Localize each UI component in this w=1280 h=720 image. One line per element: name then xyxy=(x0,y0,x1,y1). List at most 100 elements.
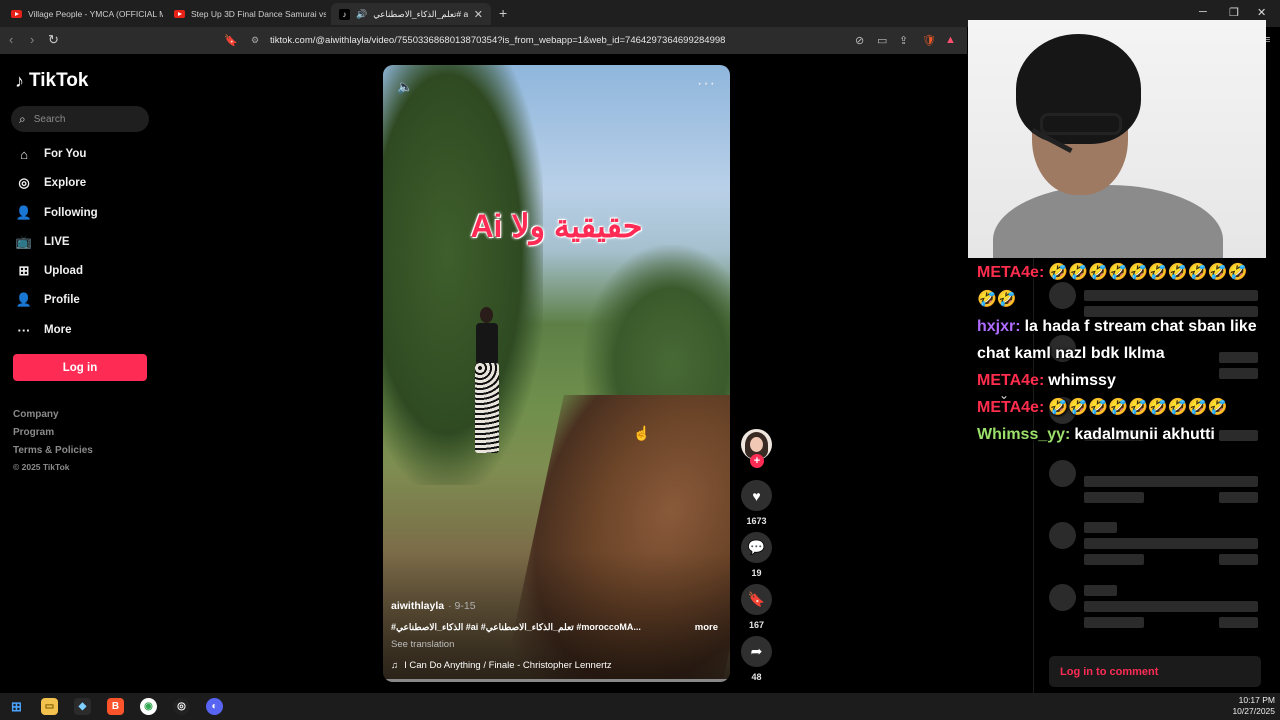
browser-tab[interactable]: Village People - YMCA (OFFICIAL Mu xyxy=(3,3,163,25)
music-info[interactable]: ♫ I Can Do Anything / Finale - Christoph… xyxy=(391,660,612,671)
more-icon: ··· xyxy=(17,322,31,338)
new-tab-icon[interactable]: + xyxy=(499,5,507,21)
video-caption: #الذكاء_الاصطناعي #ai #تعلم_الذكاء_الاصط… xyxy=(391,622,641,632)
music-title: I Can Do Anything / Finale - Christopher… xyxy=(404,660,612,671)
nav-label: Following xyxy=(44,207,98,219)
follow-plus-icon[interactable]: + xyxy=(750,454,764,468)
youtube-icon xyxy=(11,10,22,18)
tiktok-note-icon: ♪ xyxy=(15,70,24,91)
nav-more[interactable]: ··· More xyxy=(16,322,72,338)
comment-login-button[interactable]: Log in to comment xyxy=(1049,656,1261,687)
footer-link-terms[interactable]: Terms & Policies xyxy=(13,445,93,456)
nav-label: Profile xyxy=(44,294,80,306)
nav-for-you[interactable]: ⌂ For You xyxy=(16,146,86,162)
youtube-icon xyxy=(174,10,185,18)
cast-icon[interactable]: ▭ xyxy=(877,34,887,47)
nav-live[interactable]: 📺 LIVE xyxy=(16,234,70,250)
site-settings-icon[interactable]: ⚙ xyxy=(251,35,259,46)
clock-date: 10/27/2025 xyxy=(1232,706,1275,716)
login-label: Log in xyxy=(62,361,98,374)
nav-explore[interactable]: ◎ Explore xyxy=(16,175,86,191)
tiktok-logo[interactable]: ♪ TikTok xyxy=(15,70,88,92)
tiktok-icon: ♪ xyxy=(339,8,350,20)
nav-profile[interactable]: 👤 Profile xyxy=(16,292,80,308)
comment-skeleton-avatar xyxy=(1049,522,1076,549)
comment-skeleton-avatar xyxy=(1049,584,1076,611)
discord-icon[interactable]: ◐ xyxy=(206,698,223,715)
system-clock[interactable]: 10:17 PM 10/27/2025 xyxy=(1232,695,1275,717)
tab-title: Village People - YMCA (OFFICIAL Mu xyxy=(28,9,163,19)
video-author[interactable]: aiwithlayla · 9-15 xyxy=(391,600,476,612)
share-count: 48 xyxy=(751,672,762,682)
address-bar[interactable]: ⚙ tiktok.com/@aiwithlayla/video/75503368… xyxy=(245,30,961,51)
obs-icon[interactable]: ◎ xyxy=(173,698,190,715)
minimize-icon[interactable]: ─ xyxy=(1199,6,1207,18)
copyright: © 2025 TikTok xyxy=(13,462,70,472)
share-button[interactable]: ➦ xyxy=(741,636,772,667)
bookmark-icon[interactable]: 🔖 xyxy=(224,34,238,47)
brave-rewards-icon[interactable]: ▲ xyxy=(945,34,956,46)
nav-label: Explore xyxy=(44,177,87,189)
video-player[interactable]: حقيقية ولا Ai 🔈 ··· aiwithlayla · 9-15 #ا… xyxy=(383,65,730,682)
search-placeholder: Search xyxy=(33,113,66,125)
clock-time: 10:17 PM xyxy=(1238,695,1275,705)
footer-link-program[interactable]: Program xyxy=(13,427,54,438)
comment-button[interactable]: 💬 xyxy=(741,532,772,563)
stream-chat-overlay: META4e: 🤣🤣🤣🤣🤣🤣🤣🤣🤣🤣🤣🤣 hxjxr: la hada f stre… xyxy=(977,259,1267,448)
caption-more-button[interactable]: more xyxy=(695,622,718,633)
footer-link-company[interactable]: Company xyxy=(13,409,59,420)
author-name[interactable]: aiwithlayla xyxy=(391,600,444,612)
music-note-icon: ♫ xyxy=(391,660,399,671)
video-options-icon[interactable]: ··· xyxy=(697,75,716,93)
nav-label: Upload xyxy=(44,265,83,277)
chat-text: whimssy xyxy=(1048,372,1116,389)
nav-upload[interactable]: ⊞ Upload xyxy=(16,263,83,279)
chat-username: META4e: xyxy=(977,399,1045,416)
profile-icon: 👤 xyxy=(15,292,33,307)
window-close-icon[interactable]: ✕ xyxy=(1257,6,1266,19)
search-icon: ⌕ xyxy=(19,111,26,126)
chat-message: Whimss_yy: kadalmunii akhutti xyxy=(977,421,1267,448)
post-date: · 9-15 xyxy=(448,600,476,612)
see-translation-link[interactable]: See translation xyxy=(391,639,454,650)
tab-title: Step Up 3D Final Dance Samurai vs F xyxy=(191,9,326,19)
chat-username: META4e: xyxy=(977,372,1045,389)
translate-off-icon[interactable]: ⊘ xyxy=(855,34,864,47)
tab-title: تعلم_الذكاء_الاصطناعي# ai# ... xyxy=(373,8,468,19)
chat-message: hxjxr: la hada f stream chat sban like ch… xyxy=(977,313,1267,367)
app-icon[interactable]: ◆ xyxy=(74,698,91,715)
url-text: tiktok.com/@aiwithlayla/video/7550336868… xyxy=(270,35,726,46)
chat-username: Whimss_yy: xyxy=(977,426,1071,443)
file-explorer-icon[interactable]: ▭ xyxy=(41,698,58,715)
close-icon[interactable]: ✕ xyxy=(474,8,483,21)
video-overlay-text: حقيقية ولا Ai xyxy=(470,208,643,244)
nav-following[interactable]: 👤 Following xyxy=(16,205,98,221)
chat-text: kadalmunii akhutti xyxy=(1074,426,1215,443)
login-button[interactable]: Log in xyxy=(13,354,147,381)
chrome-icon[interactable]: ◉ xyxy=(140,698,157,715)
search-input[interactable]: ⌕ Search xyxy=(11,106,149,132)
live-icon: 📺 xyxy=(15,234,33,249)
comment-login-label: Log in to comment xyxy=(1060,665,1159,678)
windows-start-icon[interactable]: ⊞ xyxy=(8,698,25,715)
comment-count: 19 xyxy=(751,568,762,578)
volume-icon[interactable]: 🔈 xyxy=(397,79,413,95)
forward-icon[interactable]: › xyxy=(30,32,34,47)
back-icon[interactable]: ‹ xyxy=(9,32,13,47)
brave-browser-icon[interactable]: B xyxy=(107,698,124,715)
browser-tab[interactable]: Step Up 3D Final Dance Samurai vs F xyxy=(166,3,326,25)
bookmark-icon: 🔖 xyxy=(747,591,766,607)
reload-icon[interactable]: ↻ xyxy=(48,32,59,48)
brave-shield-icon[interactable]: 🛡 xyxy=(922,34,936,47)
share-icon[interactable]: ⇪ xyxy=(899,34,908,47)
save-button[interactable]: 🔖 xyxy=(741,584,772,615)
nav-label: More xyxy=(44,324,72,336)
restore-icon[interactable]: ❐ xyxy=(1229,6,1239,19)
comment-icon: 💬 xyxy=(747,539,766,555)
chat-username: hxjxr: xyxy=(977,318,1021,335)
video-progress-bar[interactable] xyxy=(383,679,730,682)
like-button[interactable]: ♥ xyxy=(741,480,772,511)
browser-tab-active[interactable]: ♪ 🔊 تعلم_الذكاء_الاصطناعي# ai# ... ✕ xyxy=(331,3,491,25)
speaker-icon[interactable]: 🔊 xyxy=(356,9,367,20)
share-arrow-icon: ➦ xyxy=(750,643,763,659)
